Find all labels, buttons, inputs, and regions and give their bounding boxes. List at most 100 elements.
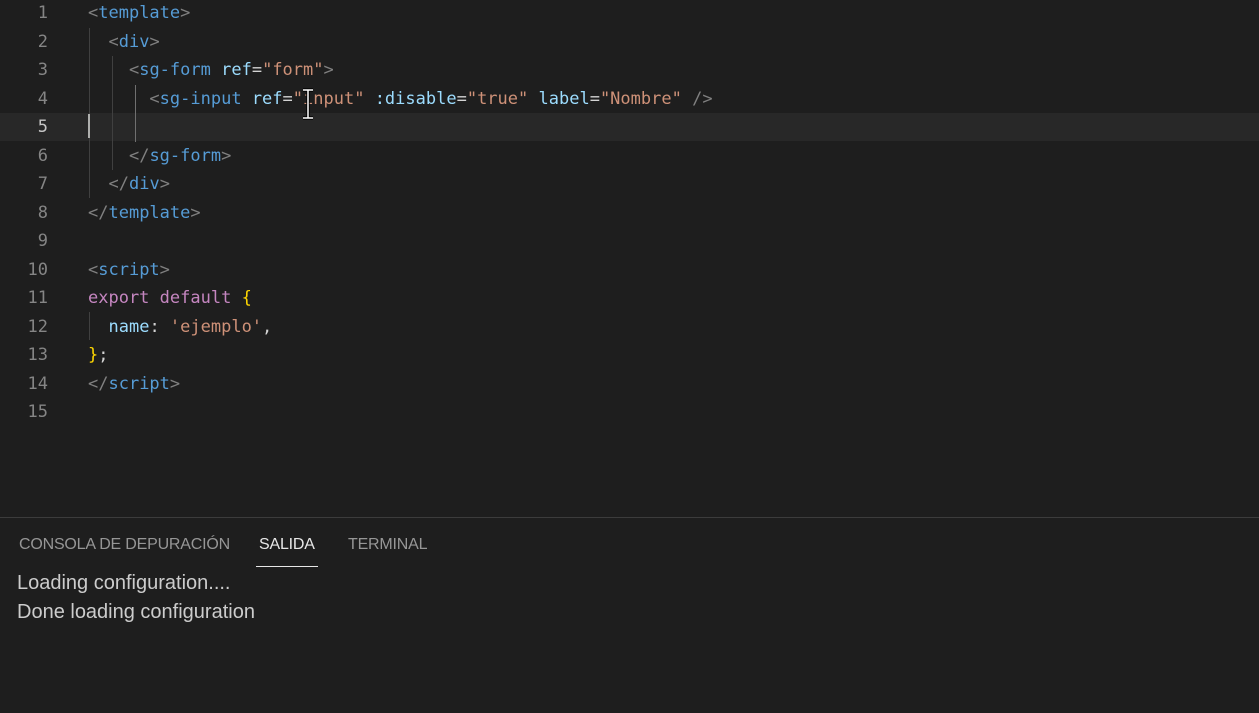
code-token: ref: [251, 88, 283, 109]
code-token: "form": [262, 60, 324, 80]
line-number: 3: [37, 60, 48, 80]
code-token: ,: [262, 316, 273, 337]
code-text[interactable]: <script>: [88, 256, 170, 284]
code-line[interactable]: 12 name: 'ejemplo',: [0, 313, 1259, 341]
line-number: 12: [27, 316, 48, 337]
code-token: >: [323, 60, 334, 80]
code-token: 'ejemplo': [169, 316, 263, 337]
code-token: name: [108, 316, 150, 337]
code-text[interactable]: <sg-input ref="input" :disable="true" la…: [88, 85, 713, 113]
code-line[interactable]: 9: [0, 227, 1259, 255]
code-line[interactable]: 7 </div>: [0, 170, 1259, 198]
code-token: sg-input: [159, 88, 242, 109]
code-token: >: [221, 145, 232, 166]
code-line[interactable]: 10 <script>: [0, 256, 1259, 284]
line-number: 1: [37, 3, 48, 23]
line-number: 15: [27, 402, 48, 422]
text-caret: [88, 114, 90, 138]
bottom-panel: CONSOLA DE DEPURACIÓN SALIDA TERMINAL Lo…: [0, 517, 1259, 713]
code-token: sg-form: [149, 145, 222, 166]
code-token: </: [108, 174, 129, 194]
code-token: </: [88, 202, 109, 223]
i-beam-cursor-icon: [303, 88, 313, 120]
code-token: label: [538, 88, 590, 109]
line-number: 13: [27, 345, 48, 365]
line-number: 7: [37, 174, 48, 194]
code-token: div: [118, 31, 150, 52]
line-number: 2: [37, 31, 48, 52]
code-token: =: [282, 88, 293, 109]
code-line[interactable]: 14 </script>: [0, 370, 1259, 398]
code-token: >: [149, 31, 160, 52]
code-token: "Nombre": [599, 88, 682, 109]
code-text[interactable]: export default {: [88, 284, 252, 312]
code-token: <: [108, 31, 119, 52]
code-token: >: [169, 373, 181, 394]
code-line[interactable]: 13};: [0, 341, 1259, 369]
code-token: ;: [98, 345, 109, 365]
code-text[interactable]: <div>: [88, 28, 160, 56]
code-token: >: [180, 3, 191, 23]
indent-guide: [89, 28, 90, 198]
code-token: :disable: [374, 88, 457, 109]
code-line[interactable]: 1 <template>: [0, 0, 1259, 27]
code-editor[interactable]: 1 <template> 2 <div> 3 <sg-form ref="form">…: [0, 0, 1259, 517]
code-text[interactable]: name: 'ejemplo',: [88, 313, 272, 341]
code-token: >: [159, 259, 170, 280]
code-token: <: [88, 3, 99, 23]
code-text[interactable]: </div>: [88, 170, 170, 198]
code-text[interactable]: <template>: [88, 0, 190, 27]
code-text[interactable]: <sg-form ref="form">: [88, 56, 334, 84]
code-token: </: [88, 373, 109, 394]
code-token: <: [88, 259, 99, 280]
tab-output[interactable]: SALIDA: [256, 536, 318, 567]
code-token: >: [159, 174, 170, 194]
indent-guide: [112, 56, 113, 170]
output-line: Done loading configuration: [17, 601, 255, 623]
code-line[interactable]: 4 <sg-input ref="input" :disable="true" …: [0, 85, 1259, 113]
output-line: Loading configuration....: [17, 572, 231, 594]
line-number: 9: [37, 231, 48, 251]
indent-guide: [89, 312, 90, 340]
code-token: default: [159, 288, 232, 308]
code-token: =: [251, 60, 263, 80]
code-text[interactable]: </script>: [88, 370, 180, 398]
code-line[interactable]: 5: [0, 113, 1259, 141]
code-line[interactable]: 6 </sg-form>: [0, 142, 1259, 170]
code-token: template: [108, 202, 191, 223]
line-number: 11: [27, 288, 48, 308]
code-line[interactable]: 15: [0, 398, 1259, 426]
code-token: "true": [466, 88, 529, 109]
code-token: script: [108, 373, 170, 394]
line-number: 14: [27, 373, 48, 394]
tab-debug-console[interactable]: CONSOLA DE DEPURACIÓN: [19, 536, 230, 566]
code-text[interactable]: };: [88, 341, 109, 369]
code-line[interactable]: 11 export default {: [0, 284, 1259, 312]
indent-guide-active: [135, 85, 136, 142]
code-token: >: [190, 202, 201, 223]
code-line[interactable]: 8 </template>: [0, 199, 1259, 227]
code-token: ref: [221, 60, 252, 80]
code-token: <: [149, 88, 160, 109]
code-token: />: [692, 88, 713, 109]
code-token: =: [456, 88, 467, 109]
code-token: template: [98, 3, 181, 23]
code-token: script: [98, 259, 160, 280]
code-line[interactable]: 3 <sg-form ref="form">: [0, 56, 1259, 84]
code-text[interactable]: </sg-form>: [88, 142, 231, 170]
line-number: 10: [27, 259, 48, 280]
code-token: export: [88, 288, 150, 308]
code-line[interactable]: 2 <div>: [0, 28, 1259, 56]
code-text[interactable]: </template>: [88, 199, 201, 227]
tab-terminal[interactable]: TERMINAL: [348, 536, 428, 566]
